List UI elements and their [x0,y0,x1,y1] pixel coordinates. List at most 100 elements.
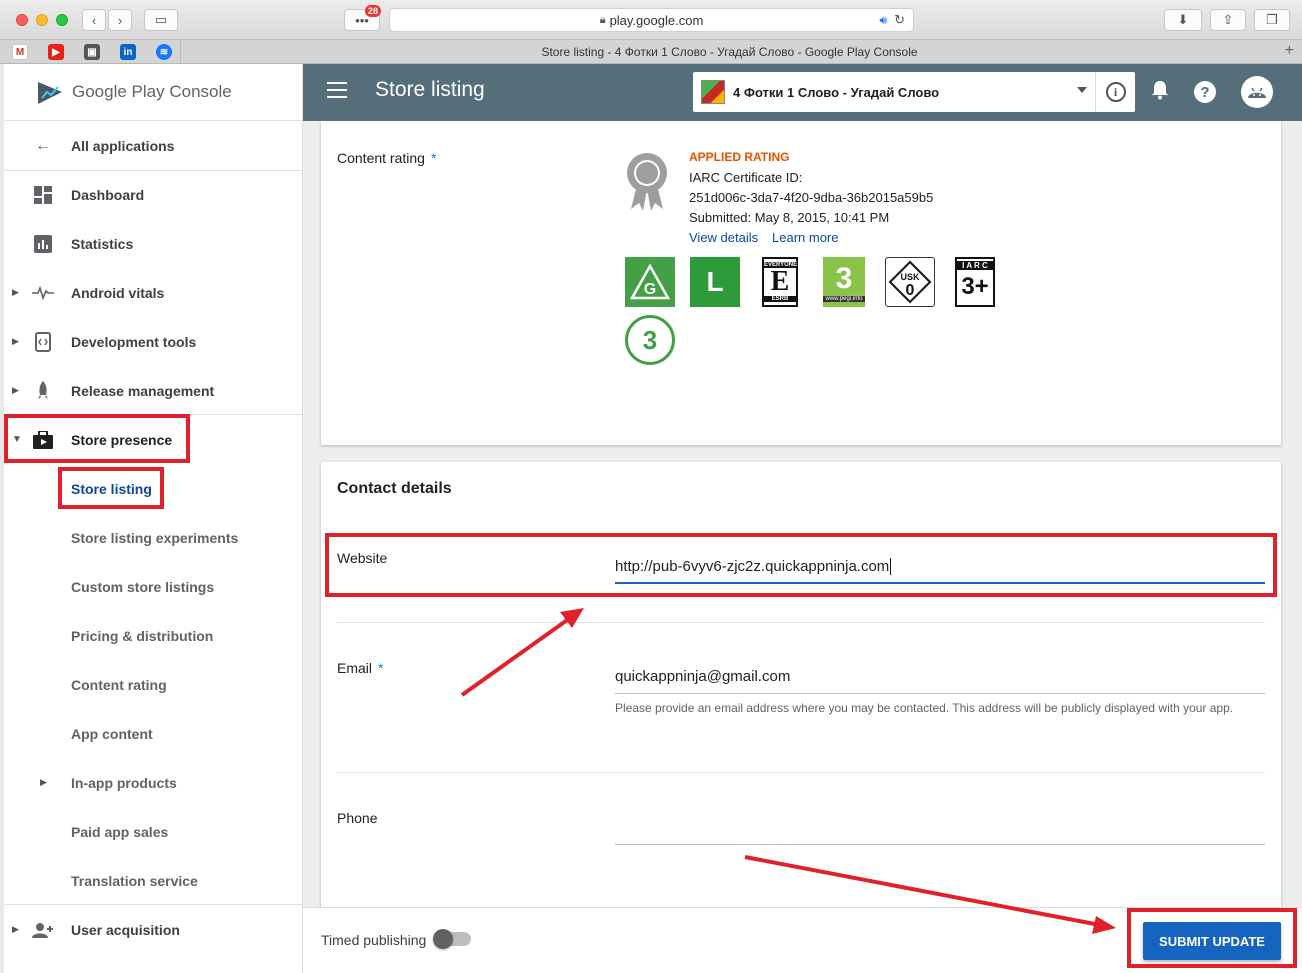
phone-label: Phone [337,810,378,826]
expand-arrow-icon: ▶ [40,777,47,787]
address-bar[interactable]: 🔒︎ play.google.com 🔊︎ ↻ [389,8,914,32]
sidebar-item-all-applications[interactable]: ← All applications [4,121,302,170]
sidebar-item-user-acquisition[interactable]: ▶ User acquisition [4,905,302,954]
bookmark-icon[interactable]: ▣ [84,44,100,60]
tab-bar: M ▶ ▣ in ≋ Store listing - 4 Фотки 1 Сло… [0,40,1302,64]
sidebar: Google Play Console ← All applications D… [4,64,303,973]
help-icon: ? [1194,81,1216,103]
rating-badge-esrb: EVERYONE E ESRB [762,257,798,307]
brand-logo[interactable]: Google Play Console [4,64,302,121]
sidebar-item-dashboard[interactable]: Dashboard [4,170,302,219]
email-input-underline [615,693,1265,694]
app-name: 4 Фотки 1 Слово - Угадай Слово [733,84,940,100]
statistics-icon [32,233,54,255]
svg-text:USK: USK [900,272,920,282]
sidebar-item-app-content[interactable]: App content [4,709,302,758]
url-text: play.google.com [609,12,704,28]
award-ribbon-icon [627,153,667,211]
sidebar-item-release-management[interactable]: ▶ Release management [4,366,302,415]
zoom-window-button[interactable] [56,14,68,26]
rating-badge-pegi: 3 www.pegi.info [823,257,865,307]
download-icon: ⬇ [1177,12,1189,27]
close-window-button[interactable] [16,14,28,26]
content-rating-card: Content rating * APPLIED RATING IARC Cert… [321,121,1281,445]
dev-tools-icon [32,331,54,353]
info-icon: i [1105,82,1126,102]
rating-badge-l: L [690,257,740,307]
rating-badge-iarc: I A R C 3+ [955,257,995,307]
svg-text:G: G [644,281,656,298]
sidebar-toggle-button[interactable]: ▭ [144,9,178,31]
email-input[interactable]: quickappninja@gmail.com [615,668,790,685]
new-tab-button[interactable]: + [1285,42,1294,60]
view-details-link[interactable]: View details [689,230,758,245]
help-button[interactable]: ? [1194,81,1216,103]
sidebar-item-statistics[interactable]: Statistics [4,219,302,268]
svg-text:0: 0 [906,282,915,299]
sidebar-item-custom-store-listings[interactable]: Custom store listings [4,562,302,611]
sidebar-item-content-rating[interactable]: Content rating [4,660,302,709]
forward-button[interactable]: › [108,9,132,31]
notification-badge: 28 [365,5,382,17]
phone-input[interactable] [615,818,1265,842]
contact-details-title: Contact details [337,480,452,497]
downloads-button[interactable]: ⬇ [1164,9,1202,31]
app-header: Store listing 4 Фотки 1 Слово - Угадай С… [303,64,1302,121]
account-avatar[interactable] [1241,76,1273,108]
phone-input-underline [615,844,1265,845]
expand-arrow-icon: ▶ [12,924,19,934]
notifications-bell-icon[interactable] [1151,80,1169,106]
annotation-box-store-listing [58,467,164,509]
submitted-date: Submitted: May 8, 2015, 10:41 PM [689,210,890,225]
app-selector[interactable]: 4 Фотки 1 Слово - Угадай Слово i [693,72,1135,112]
active-tab[interactable]: Store listing - 4 Фотки 1 Слово - Угадай… [180,40,1278,64]
sidebar-item-paid-app-sales[interactable]: Paid app sales [4,807,302,856]
expand-arrow-icon: ▶ [12,385,19,395]
expand-arrow-icon: ▶ [12,336,19,346]
android-head-icon [1248,87,1266,98]
rating-badge-usk: USK 0 [885,257,935,307]
youtube-icon[interactable]: ▶ [48,44,64,60]
tabs-icon: ❐ [1266,12,1278,27]
minimize-window-button[interactable] [36,14,48,26]
app-info-button[interactable]: i [1095,72,1135,112]
sidebar-item-pricing-distribution[interactable]: Pricing & distribution [4,611,302,660]
sidebar-icon: ▭ [154,12,168,27]
play-console-logo-icon [38,82,62,104]
share-button[interactable]: ⇪ [1210,9,1246,31]
sidebar-item-android-vitals[interactable]: ▶ Android vitals [4,268,302,317]
annotation-box-store-presence [4,414,190,463]
page-title: Store listing [375,78,485,101]
messenger-icon[interactable]: ≋ [156,44,172,60]
rating-badge-g: G [625,257,675,307]
share-icon: ⇪ [1222,12,1234,27]
chevron-right-icon: › [117,12,123,28]
timed-publishing-toggle-knob[interactable] [433,929,453,949]
rating-badge-circle: 3 [625,315,675,365]
menu-icon[interactable] [327,82,347,103]
linkedin-icon[interactable]: in [120,44,136,60]
learn-more-link[interactable]: Learn more [772,230,838,245]
cert-id-value: 251d006c-3da7-4f20-9dba-36b2015a59b5 [689,190,934,205]
audio-icon[interactable]: 🔊︎ [879,13,887,28]
back-button[interactable]: ‹ [82,9,106,31]
sidebar-item-development-tools[interactable]: ▶ Development tools [4,317,302,366]
sidebar-item-store-listing-experiments[interactable]: Store listing experiments [4,513,302,562]
annotation-box-website [325,533,1277,597]
annotation-box-submit [1127,908,1297,968]
arrow-back-icon: ← [35,136,51,154]
app-thumbnail-icon [701,80,725,104]
brand-name: Google Play Console [72,82,232,101]
reload-icon[interactable]: ↻ [894,12,905,28]
tabs-overview-button[interactable]: ❐ [1254,9,1290,31]
email-hint: Please provide an email address where yo… [615,701,1234,715]
sidebar-item-in-app-products[interactable]: ▶ In-app products [4,758,302,807]
content-rating-label: Content rating * [337,150,437,166]
browser-titlebar: ‹ › ▭ ••• 28 🔒︎ play.google.com 🔊︎ ↻ ⬇ ⇪… [0,0,1302,40]
dropdown-arrow-icon [1077,87,1087,93]
email-label: Email * [337,660,384,676]
cert-id-label: IARC Certificate ID: [689,170,803,185]
user-add-icon [32,919,54,941]
gmail-icon[interactable]: M [12,44,28,60]
sidebar-item-translation-service[interactable]: Translation service [4,856,302,905]
